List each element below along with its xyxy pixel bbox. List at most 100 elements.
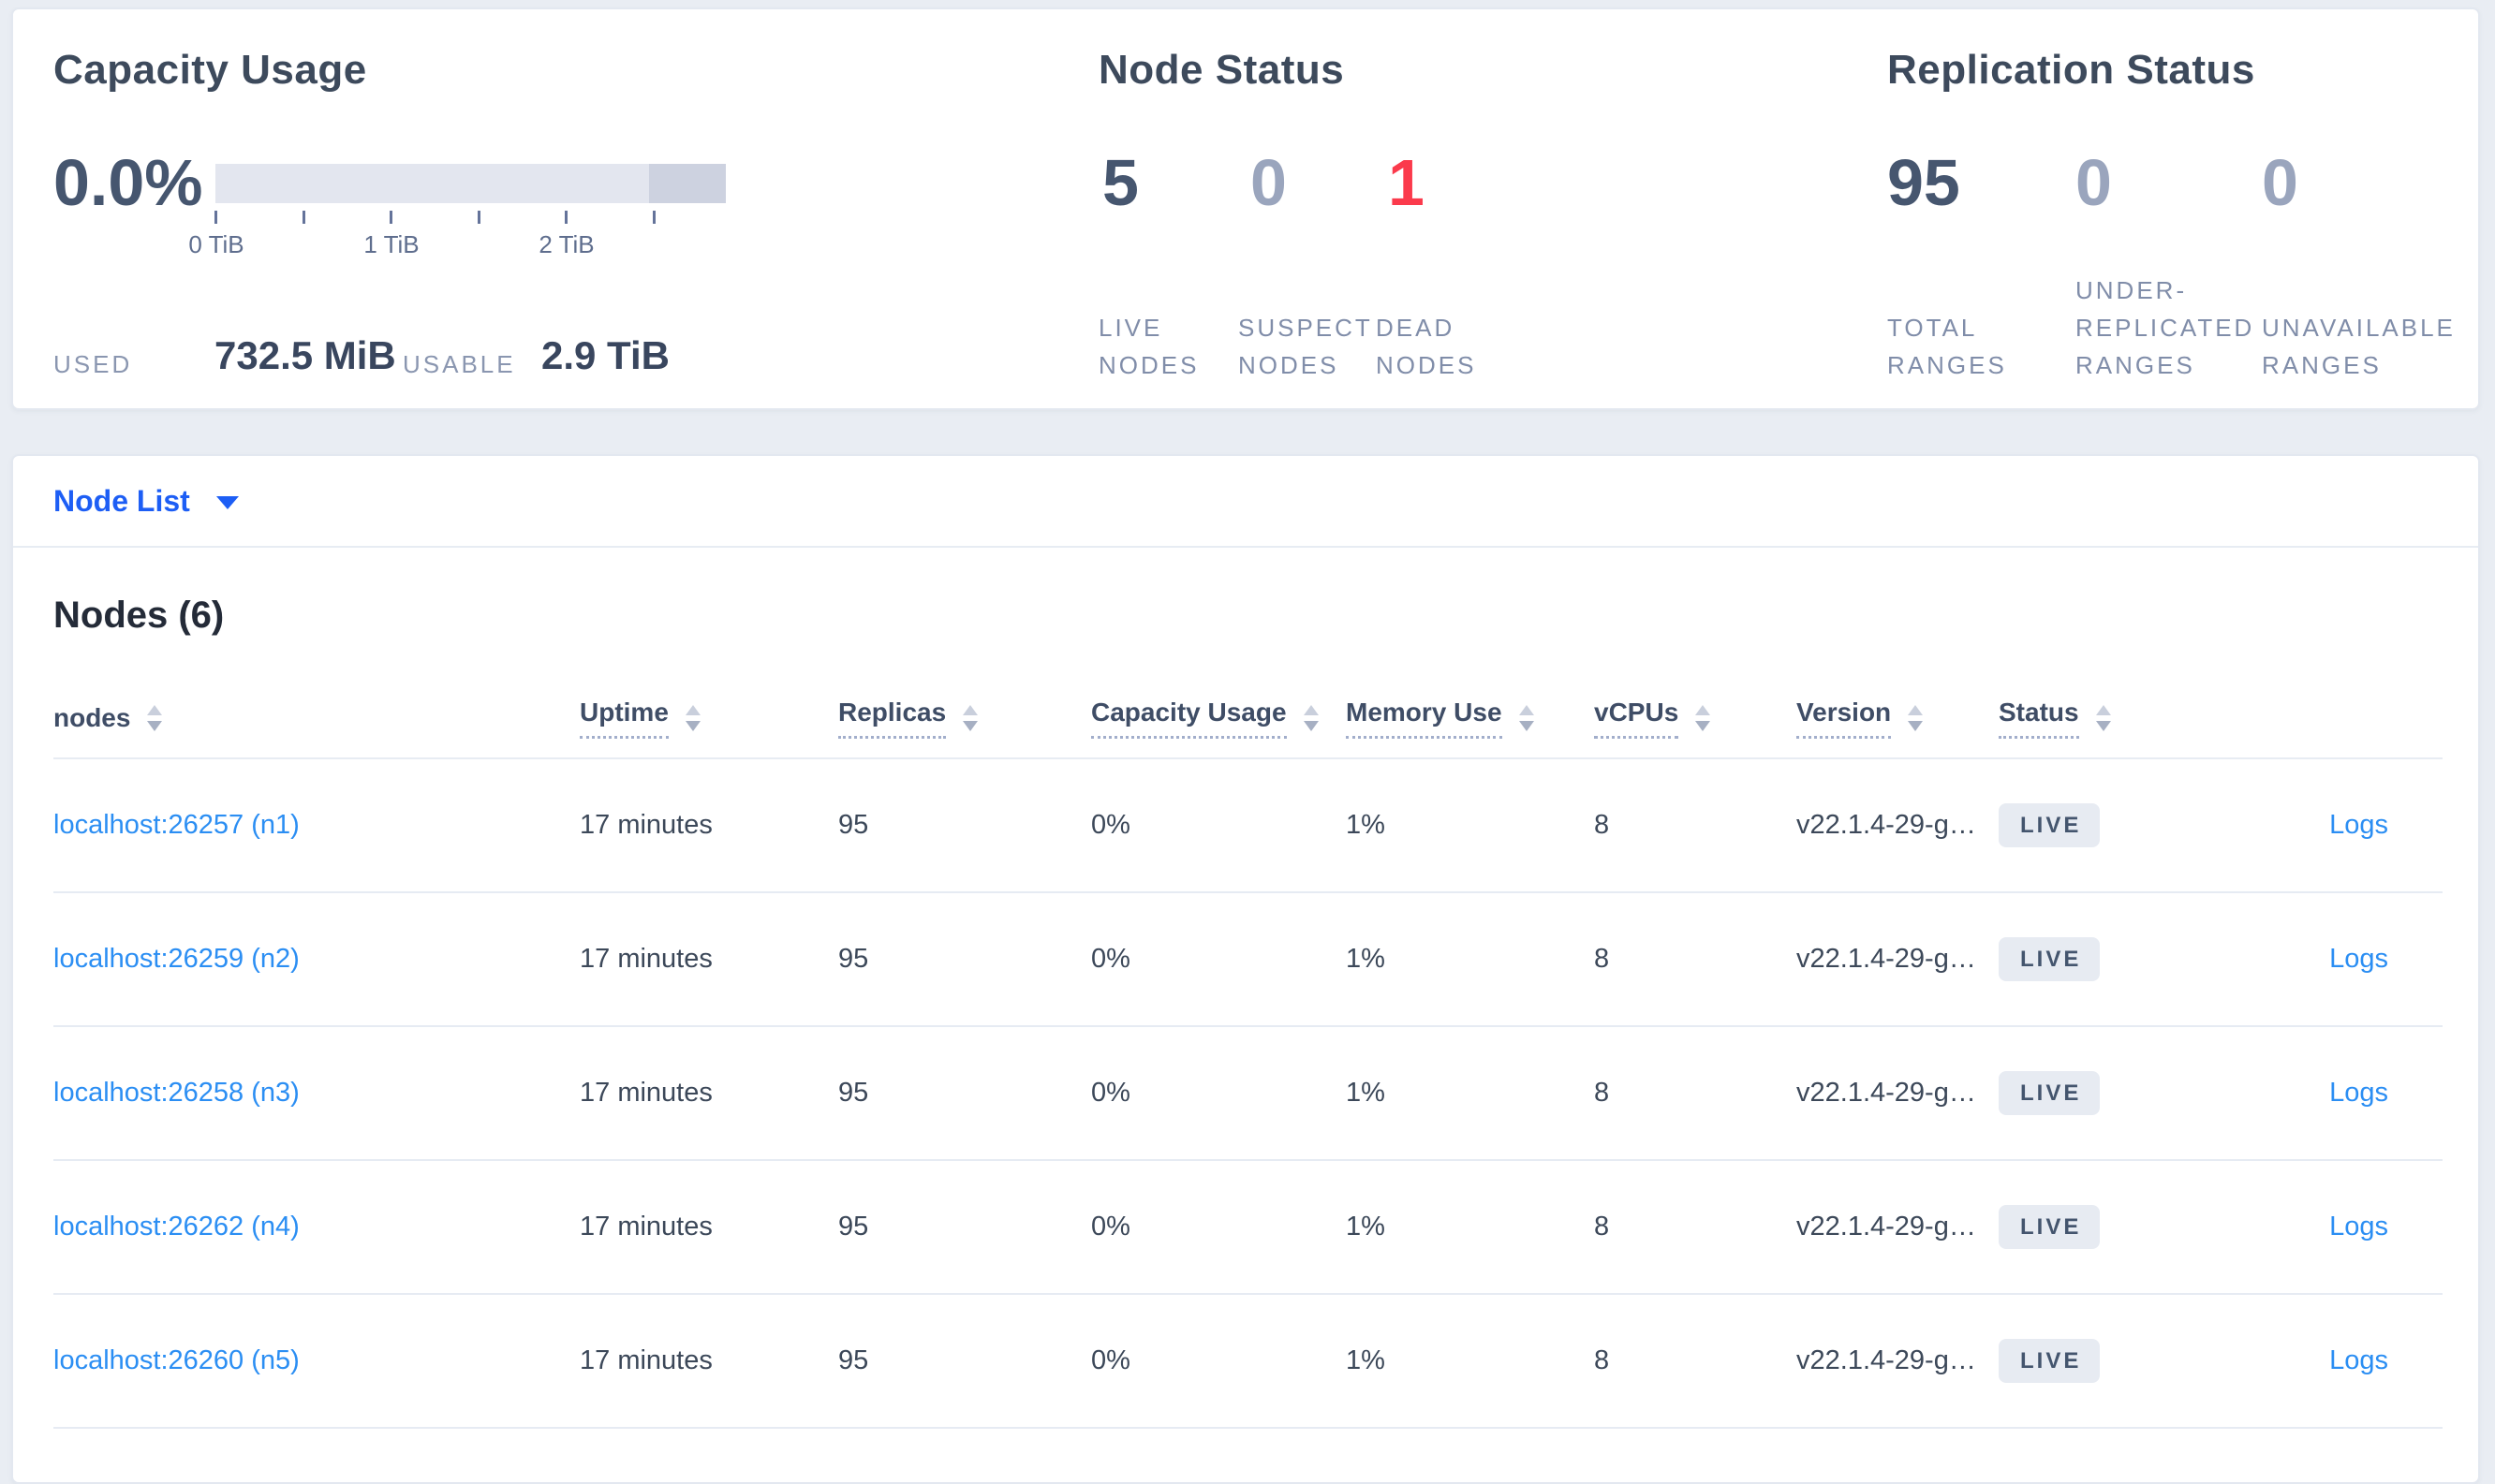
replicas-cell: 95 bbox=[838, 944, 869, 974]
axis-tick bbox=[303, 211, 305, 224]
column-header-capacity-usage[interactable]: Capacity Usage bbox=[1091, 698, 1346, 739]
memory-cell: 1% bbox=[1346, 810, 1385, 840]
sort-icon[interactable] bbox=[1518, 705, 1534, 731]
capacity-nonusable-segment bbox=[649, 164, 726, 203]
table-row: localhost:26259 (n2) 17 minutes 95 0% 1%… bbox=[53, 893, 2443, 1027]
dead-nodes-label: DEAD NODES bbox=[1376, 314, 1477, 379]
memory-cell: 1% bbox=[1346, 1212, 1385, 1242]
unavailable-count: 0 bbox=[2262, 146, 2298, 219]
status-badge: LIVE bbox=[1999, 1339, 2101, 1383]
status-badge: LIVE bbox=[1999, 1071, 2101, 1115]
table-row: localhost:26262 (n4) 17 minutes 95 0% 1%… bbox=[53, 1161, 2443, 1295]
column-header-memory-use[interactable]: Memory Use bbox=[1346, 698, 1594, 739]
table-row: localhost:26257 (n1) 17 minutes 95 0% 1%… bbox=[53, 759, 2443, 893]
replicas-cell: 95 bbox=[838, 1078, 869, 1108]
total-ranges-count: 95 bbox=[1887, 146, 1960, 219]
vcpus-cell: 8 bbox=[1594, 1078, 1610, 1108]
node-link[interactable]: localhost:26257 (n1) bbox=[53, 810, 300, 840]
vcpus-cell: 8 bbox=[1594, 1345, 1610, 1375]
memory-cell: 1% bbox=[1346, 1078, 1385, 1108]
uptime-cell: 17 minutes bbox=[580, 1212, 713, 1242]
sort-icon[interactable] bbox=[2095, 705, 2111, 731]
capacity-usage-bar bbox=[215, 164, 726, 203]
column-header-status[interactable]: Status bbox=[1999, 698, 2250, 739]
axis-tick-label: 1 TiB bbox=[363, 230, 420, 258]
suspect-nodes-label: SUSPECT NODES bbox=[1238, 314, 1373, 379]
suspect-nodes-count: 0 bbox=[1250, 146, 1287, 219]
cluster-overview-panel: Capacity Usage 0.0% 0 TiB 1 TiB 2 TiB US… bbox=[11, 7, 2480, 410]
usable-value: 2.9 TiB bbox=[541, 333, 670, 377]
table-header-row: nodes Uptime Replicas Capacity Usage Mem… bbox=[53, 679, 2443, 759]
logs-link[interactable]: Logs bbox=[2329, 944, 2388, 974]
sort-icon[interactable] bbox=[685, 705, 701, 731]
node-link[interactable]: localhost:26258 (n3) bbox=[53, 1078, 300, 1108]
sort-icon[interactable] bbox=[1695, 705, 1711, 731]
live-nodes-label: LIVE NODES bbox=[1099, 314, 1200, 379]
status-badge: LIVE bbox=[1999, 1205, 2101, 1249]
logs-link[interactable]: Logs bbox=[2329, 1212, 2388, 1242]
under-replicated-label: UNDER-REPLICATED RANGES bbox=[2075, 276, 2255, 379]
status-badge: LIVE bbox=[1999, 937, 2101, 981]
node-list-toolbar: Node List bbox=[13, 456, 2478, 548]
live-nodes-count: 5 bbox=[1102, 146, 1139, 219]
node-link[interactable]: localhost:26259 (n2) bbox=[53, 944, 300, 974]
node-link[interactable]: localhost:26262 (n4) bbox=[53, 1212, 300, 1242]
capacity-cell: 0% bbox=[1091, 1212, 1130, 1242]
capacity-usage-title: Capacity Usage bbox=[53, 47, 367, 93]
replicas-cell: 95 bbox=[838, 1345, 869, 1375]
sort-icon[interactable] bbox=[1908, 705, 1924, 731]
under-replicated-count: 0 bbox=[2075, 146, 2112, 219]
node-list-dropdown[interactable]: Node List bbox=[53, 484, 239, 519]
uptime-cell: 17 minutes bbox=[580, 1345, 713, 1375]
dead-nodes-count: 1 bbox=[1388, 146, 1425, 219]
replication-status-title: Replication Status bbox=[1887, 47, 2255, 93]
vcpus-cell: 8 bbox=[1594, 1212, 1610, 1242]
version-cell: v22.1.4-29-g… bbox=[1796, 1345, 1976, 1375]
sort-icon[interactable] bbox=[963, 705, 979, 731]
total-ranges-label: TOTAL RANGES bbox=[1887, 314, 2007, 379]
column-header-nodes[interactable]: nodes bbox=[53, 703, 580, 733]
sort-icon[interactable] bbox=[147, 705, 163, 731]
version-cell: v22.1.4-29-g… bbox=[1796, 944, 1976, 974]
node-link[interactable]: localhost:26260 (n5) bbox=[53, 1345, 300, 1375]
axis-tick-label: 0 TiB bbox=[188, 230, 244, 258]
column-header-uptime[interactable]: Uptime bbox=[580, 698, 838, 739]
uptime-cell: 17 minutes bbox=[580, 944, 713, 974]
nodes-count-heading: Nodes (6) bbox=[53, 595, 225, 636]
version-cell: v22.1.4-29-g… bbox=[1796, 1078, 1976, 1108]
node-list-dropdown-label: Node List bbox=[53, 483, 190, 518]
used-label: USED bbox=[53, 350, 133, 378]
memory-cell: 1% bbox=[1346, 1345, 1385, 1375]
axis-tick bbox=[214, 211, 217, 224]
axis-tick-label: 2 TiB bbox=[539, 230, 595, 258]
vcpus-cell: 8 bbox=[1594, 810, 1610, 840]
axis-tick bbox=[565, 211, 568, 224]
table-row: localhost:26260 (n5) 17 minutes 95 0% 1%… bbox=[53, 1295, 2443, 1429]
logs-link[interactable]: Logs bbox=[2329, 1345, 2388, 1375]
replicas-cell: 95 bbox=[838, 1212, 869, 1242]
chevron-down-icon bbox=[215, 496, 239, 509]
column-header-replicas[interactable]: Replicas bbox=[838, 698, 1091, 739]
capacity-cell: 0% bbox=[1091, 944, 1130, 974]
axis-tick bbox=[478, 211, 480, 224]
capacity-used-percent: 0.0% bbox=[53, 146, 203, 219]
axis-tick bbox=[653, 211, 656, 224]
capacity-cell: 0% bbox=[1091, 1078, 1130, 1108]
version-cell: v22.1.4-29-g… bbox=[1796, 810, 1976, 840]
column-header-vcpus[interactable]: vCPUs bbox=[1594, 698, 1796, 739]
used-value: 732.5 MiB bbox=[214, 333, 396, 377]
capacity-cell: 0% bbox=[1091, 1345, 1130, 1375]
unavailable-label: UNAVAILABLE RANGES bbox=[2262, 314, 2456, 379]
version-cell: v22.1.4-29-g… bbox=[1796, 1212, 1976, 1242]
memory-cell: 1% bbox=[1346, 944, 1385, 974]
logs-link[interactable]: Logs bbox=[2329, 810, 2388, 840]
uptime-cell: 17 minutes bbox=[580, 1078, 713, 1108]
capacity-cell: 0% bbox=[1091, 810, 1130, 840]
logs-link[interactable]: Logs bbox=[2329, 1078, 2388, 1108]
status-badge: LIVE bbox=[1999, 803, 2101, 847]
column-header-version[interactable]: Version bbox=[1796, 698, 1999, 739]
node-status-title: Node Status bbox=[1099, 47, 1345, 93]
sort-icon[interactable] bbox=[1303, 705, 1319, 731]
vcpus-cell: 8 bbox=[1594, 944, 1610, 974]
table-row: localhost:26258 (n3) 17 minutes 95 0% 1%… bbox=[53, 1027, 2443, 1161]
